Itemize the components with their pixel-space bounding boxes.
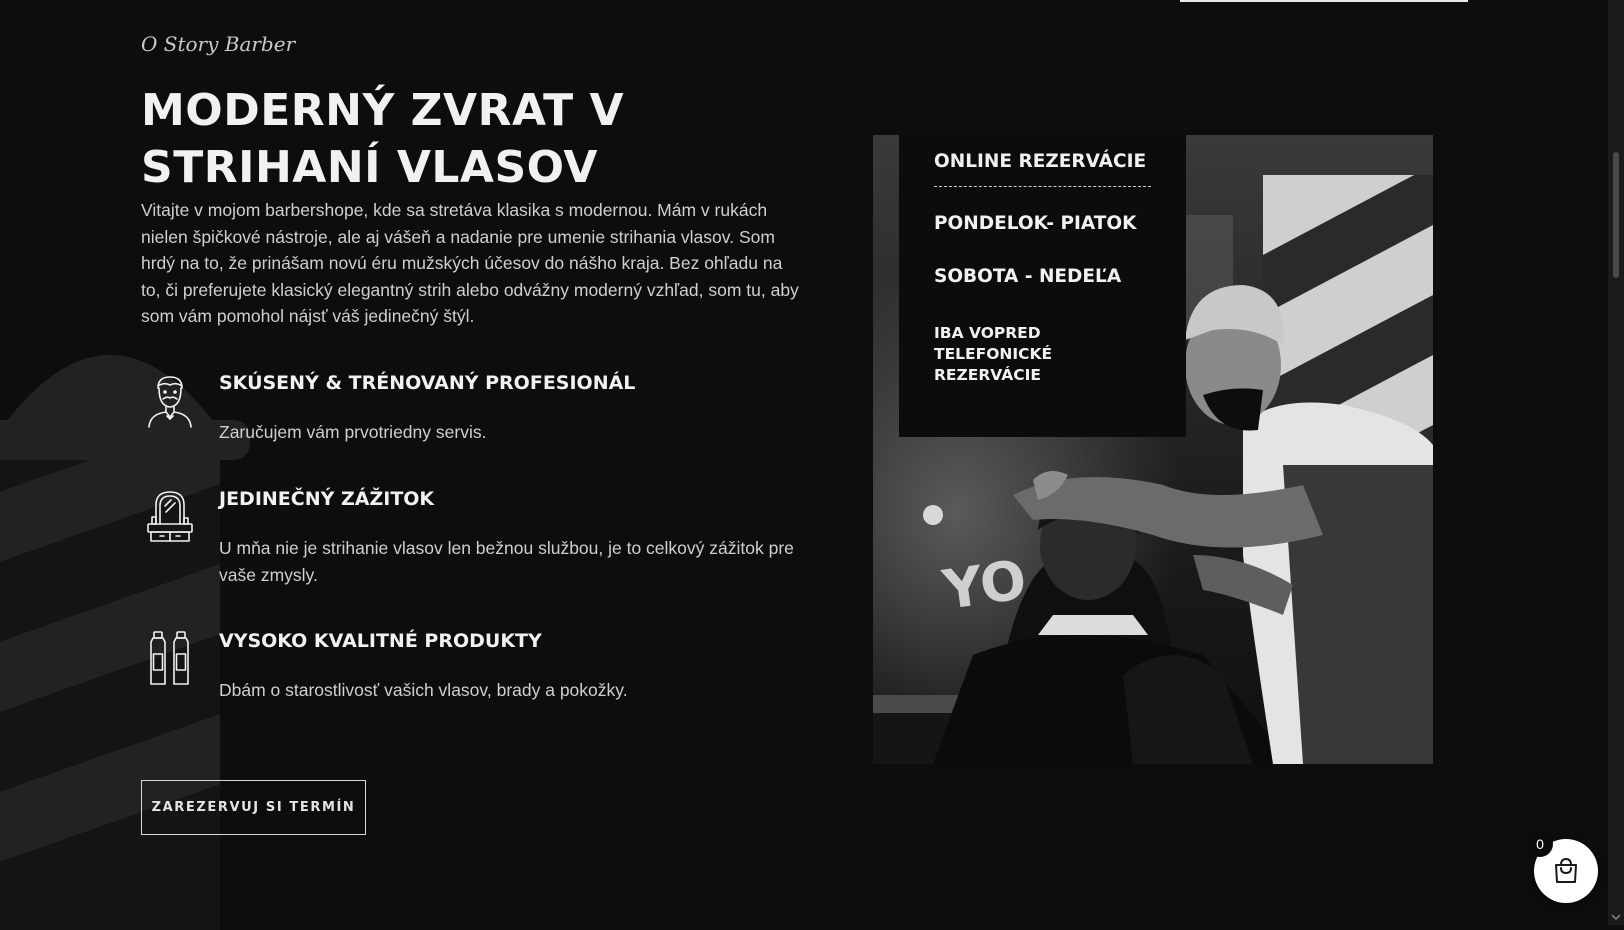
opening-hours-box: ONLINE REZERVÁCIE PONDELOK- PIATOK SOBOT…	[899, 135, 1186, 437]
header-underline	[1180, 0, 1468, 2]
section-eyebrow: O Story Barber	[141, 32, 296, 56]
scroll-down-arrow-icon[interactable]	[1610, 912, 1622, 922]
feature-text: Zaručujem vám prvotriedny servis.	[219, 422, 487, 442]
scrollbar-thumb[interactable]	[1613, 152, 1619, 278]
feature-title: JEDINEČNÝ ZÁŽITOK	[219, 488, 435, 510]
online-booking-label: ONLINE REZERVÁCIE	[934, 151, 1151, 187]
svg-text:YO: YO	[938, 548, 1030, 622]
cart-count-badge: 0	[1527, 831, 1553, 857]
barber-man-icon	[148, 376, 192, 428]
page-title: MODERNÝ ZVRAT V STRIHANÍ VLASOV	[141, 85, 625, 193]
shopping-bag-icon	[1555, 858, 1577, 883]
weekend-label: SOBOTA - NEDEĽA	[934, 266, 1122, 287]
feature-title: VYSOKO KVALITNÉ PRODUKTY	[219, 630, 542, 652]
book-appointment-button[interactable]: ZAREZERVUJ SI TERMÍN	[141, 780, 366, 835]
bottles-icon	[150, 631, 189, 685]
weekdays-label: PONDELOK- PIATOK	[934, 213, 1137, 234]
phone-booking-note: IBA VOPRED TELEFONICKÉ REZERVÁCIE	[934, 324, 1053, 384]
page-scrollbar[interactable]	[1608, 0, 1624, 925]
feature-title: SKÚSENÝ & TRÉNOVANÝ PROFESIONÁL	[219, 372, 636, 394]
intro-paragraph: Vitajte v mojom barbershope, kde sa stre…	[141, 200, 799, 326]
feature-text: Dbám o starostlivosť vašich vlasov, brad…	[219, 680, 628, 700]
mirror-icon	[147, 491, 193, 542]
feature-text: U mňa nie je strihanie vlasov len bežnou…	[219, 538, 794, 585]
